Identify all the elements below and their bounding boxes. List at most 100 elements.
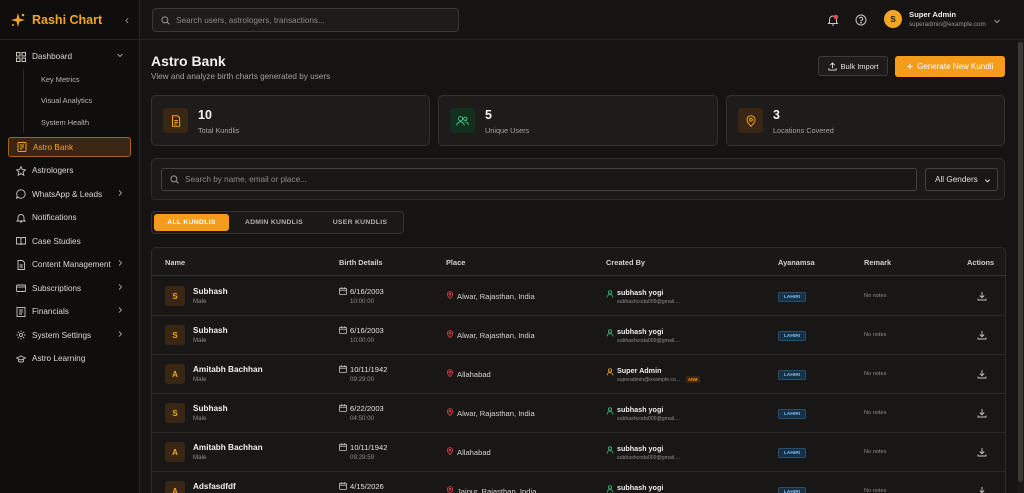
sidebar-subitem-system-health[interactable]: System Health [0, 112, 139, 134]
download-icon[interactable] [977, 447, 987, 457]
sidebar-item-dashboard[interactable]: Dashboard [0, 45, 139, 69]
birth-place: Jaipur, Rajasthan, India [457, 487, 537, 493]
table-row[interactable]: AAdsfasdfdfMale4/15/2026Jaipur, Rajastha… [152, 472, 1005, 493]
ayanamsa-badge: LAHIRI [778, 409, 806, 419]
download-icon[interactable] [977, 408, 987, 418]
ayanamsa-badge: LAHIRI [778, 331, 806, 341]
page-title: Astro Bank [151, 53, 226, 69]
tab-admin-kundlis[interactable]: ADMIN KUNDLIS [232, 214, 316, 231]
birth-time: 04:50:00 [350, 415, 375, 422]
sidebar-item-case-studies[interactable]: Case Studies [0, 230, 139, 254]
sidebar-item-astro-bank[interactable]: Astro Bank [8, 137, 131, 157]
sidebar-item-label: Notifications [32, 213, 77, 223]
stat-icon-box [450, 108, 475, 133]
sidebar-item-astro-learning[interactable]: Astro Learning [0, 347, 139, 371]
gender-select[interactable]: All Genders [925, 168, 998, 191]
sidebar-item-financials[interactable]: Financials [0, 300, 139, 324]
remark-text: No notes [864, 293, 887, 299]
birth-date: 4/15/2026 [350, 482, 384, 491]
global-search-input[interactable] [176, 15, 446, 25]
column-header-remark[interactable]: Remark [864, 258, 891, 267]
table-row[interactable]: A Amitabh Bachhan Male 10/11/1942 09:29:59 Al… [152, 433, 1005, 472]
table-row[interactable]: A Amitabh Bachhan Male 10/11/1942 09:29:00 Al… [152, 355, 1005, 394]
notification-bell-icon[interactable] [827, 14, 839, 26]
search-icon [161, 15, 170, 25]
sidebar-item-subscriptions[interactable]: Subscriptions [0, 277, 139, 301]
gender-select-value: All Genders [935, 175, 978, 184]
creator-name: Super Admin [617, 366, 662, 375]
chevron-down-icon [117, 53, 123, 58]
kundli-tabs: ALL KUNDLIS ADMIN KUNDLIS USER KUNDLIS [151, 211, 404, 234]
user-name: Super Admin [909, 10, 956, 19]
ayanamsa-badge: LAHIRI [778, 448, 806, 458]
map-pin-icon [446, 291, 454, 299]
column-header-ayanamsa[interactable]: Ayanamsa [778, 258, 815, 267]
kundli-gender: Male [193, 376, 207, 383]
birth-time: 09:29:59 [350, 454, 375, 461]
user-icon [606, 329, 614, 337]
column-header-name[interactable]: Name [165, 258, 185, 267]
table-row[interactable]: S Subhash Male 6/16/2003 10:00:00 Alwar, Raja… [152, 316, 1005, 355]
creator-email: subhashcoda009@gmail.... [617, 416, 680, 422]
sidebar-subitem-visual-analytics[interactable]: Visual Analytics [0, 90, 139, 112]
map-pin-icon [446, 486, 454, 493]
sidebar-item-system-settings[interactable]: System Settings [0, 324, 139, 348]
ayanamsa-badge: LAHIRI [778, 292, 806, 302]
sidebar-item-label: WhatsApp & Leads [32, 189, 103, 199]
birth-place: Alwar, Rajasthan, India [457, 331, 535, 340]
help-circle-icon[interactable] [855, 14, 867, 26]
download-icon[interactable] [977, 486, 987, 493]
remark-text: No notes [864, 371, 887, 377]
kundli-search[interactable] [161, 168, 917, 191]
user-email: superadmin@example.com [909, 21, 986, 28]
star-icon [16, 165, 26, 176]
remark-text: No notes [864, 449, 887, 455]
table-row[interactable]: S Subhash Male 6/16/2003 10:00:00 Alwar, Raja… [152, 277, 1005, 316]
user-profile[interactable]: S Super Admin superadmin@example.com [884, 10, 986, 28]
sidebar-item-label: Dashboard [32, 52, 73, 62]
stat-icon-box [738, 108, 763, 133]
collapse-sidebar-icon[interactable]: ‹ [125, 13, 129, 27]
generate-kundli-button[interactable]: + Generate New Kundli [895, 56, 1005, 77]
page-subtitle: View and analyze birth charts generated … [151, 72, 331, 81]
map-pin-icon [446, 330, 454, 338]
kundli-gender: Male [193, 415, 207, 422]
column-header-actions: Actions [967, 258, 995, 267]
bulk-import-button[interactable]: Bulk Import [818, 56, 888, 76]
sidebar-subitem-key-metrics[interactable]: Key Metrics [0, 69, 139, 91]
document-icon [171, 114, 180, 127]
tab-all-kundlis[interactable]: ALL KUNDLIS [154, 214, 229, 231]
upload-icon [827, 61, 837, 71]
stat-card-total-kundlis: 10 Total Kundlis [151, 95, 430, 146]
column-header-created-by[interactable]: Created By [606, 258, 645, 267]
download-icon[interactable] [977, 369, 987, 379]
creator-name: subhash yogi [617, 483, 664, 492]
page-scrollbar[interactable] [1017, 40, 1024, 493]
sidebar-item-whatsapp-leads[interactable]: WhatsApp & Leads [0, 183, 139, 207]
birth-place: Allahabad [457, 448, 491, 457]
column-header-place[interactable]: Place [446, 258, 465, 267]
creator-email: subhashcoda009@gmail.... [617, 299, 680, 305]
table-row[interactable]: S Subhash Male 6/22/2003 04:50:00 Alwar, Raja… [152, 394, 1005, 433]
generate-kundli-label: Generate New Kundli [917, 62, 994, 71]
download-icon[interactable] [977, 330, 987, 340]
calendar-icon [339, 404, 347, 412]
calendar-icon [339, 326, 347, 334]
chevron-right-icon [118, 307, 123, 313]
global-search[interactable] [152, 8, 459, 32]
calendar-icon [339, 482, 347, 490]
scrollbar-thumb[interactable] [1018, 42, 1023, 482]
download-icon[interactable] [977, 291, 987, 301]
column-header-birth-details[interactable]: Birth Details [339, 258, 383, 267]
chevron-down-icon[interactable] [993, 17, 1001, 25]
sidebar-item-content-management[interactable]: Content Management [0, 253, 139, 277]
sidebar-item-astrologers[interactable]: Astrologers [0, 159, 139, 183]
sidebar-item-notifications[interactable]: Notifications [0, 206, 139, 230]
kundli-avatar: S [165, 286, 185, 306]
kundli-search-input[interactable] [185, 175, 885, 184]
kundli-gender: Male [193, 298, 207, 305]
tab-user-kundlis[interactable]: USER KUNDLIS [319, 214, 401, 231]
kundli-avatar: S [165, 403, 185, 423]
sidebar-item-label: Astrologers [32, 166, 74, 176]
table-header: Name Birth Details Place Created By Ayan… [152, 248, 1005, 276]
